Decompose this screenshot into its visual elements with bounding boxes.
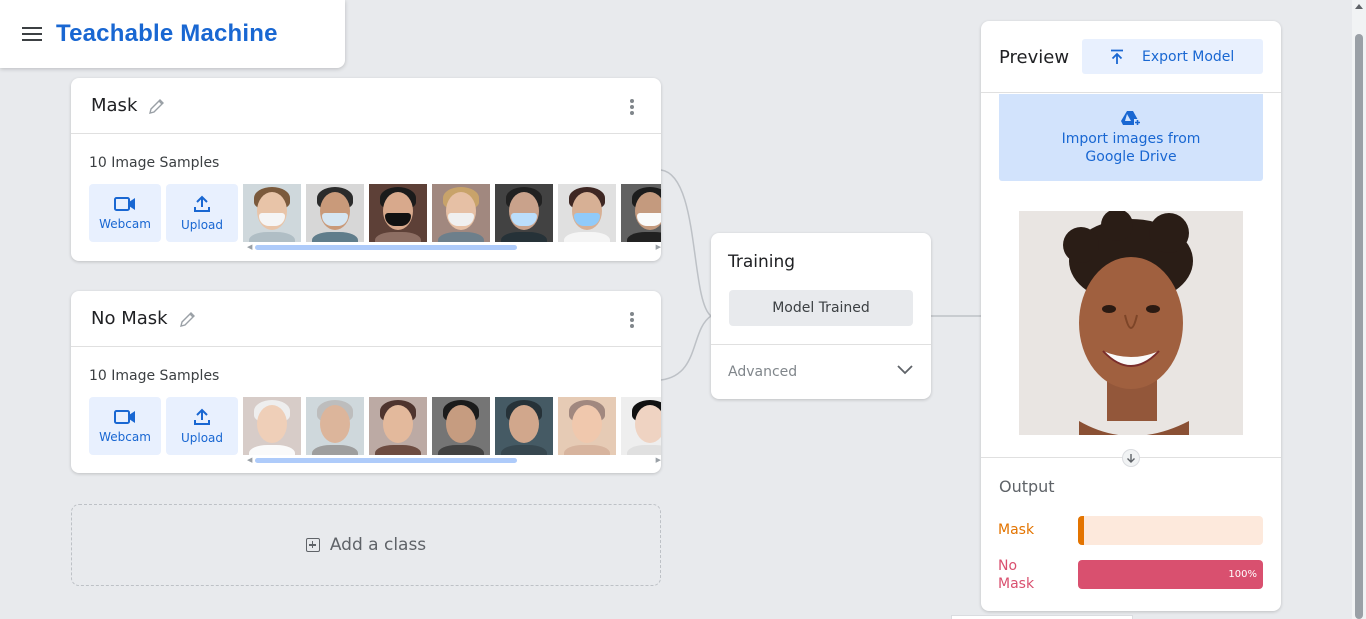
webcam-icon [114, 196, 135, 211]
training-panel: Training Model Trained Advanced [711, 233, 931, 399]
output-bar-fill [1078, 516, 1084, 545]
upload-icon [1111, 49, 1123, 64]
class-card-no-mask: No Mask 10 Image Samples Webcam Upload ◀… [71, 291, 661, 473]
sample-thumbnail[interactable] [243, 184, 301, 242]
sample-thumbnail[interactable] [621, 397, 661, 455]
preview-panel: Preview Export Model Import images from … [981, 21, 1281, 611]
add-class-label: Add a class [329, 535, 427, 555]
training-title: Training [728, 252, 796, 272]
sample-thumbnail[interactable] [432, 397, 490, 455]
menu-icon[interactable] [22, 27, 42, 41]
output-title: Output [999, 477, 1055, 496]
webcam-icon [114, 409, 135, 424]
output-label-line1: No [998, 558, 1018, 574]
sample-thumbnail[interactable] [369, 184, 427, 242]
arrow-down-icon [1122, 449, 1140, 467]
sample-thumbnail[interactable] [306, 184, 364, 242]
import-google-drive-button[interactable]: Import images from Google Drive [999, 94, 1263, 181]
sample-thumbnail[interactable] [432, 184, 490, 242]
webcam-label: Webcam [99, 429, 151, 444]
app-header: Teachable Machine [0, 0, 345, 68]
upload-icon [194, 195, 210, 212]
more-options-icon[interactable] [629, 312, 635, 328]
scroll-up-arrow-icon[interactable] [1355, 4, 1363, 9]
advanced-label: Advanced [728, 364, 798, 380]
upload-icon [194, 408, 210, 425]
more-options-icon[interactable] [629, 99, 635, 115]
sample-thumbnail[interactable] [495, 184, 553, 242]
sample-thumbnails [243, 184, 661, 242]
samples-count: 10 Image Samples [89, 155, 220, 171]
class-card-header: No Mask [71, 291, 661, 347]
partial-element [951, 615, 1133, 619]
class-name[interactable]: Mask [91, 95, 137, 116]
input-preview-image [1019, 211, 1243, 435]
sample-thumbnail[interactable] [495, 397, 553, 455]
output-bar-fill: 100% [1078, 560, 1263, 589]
webcam-button[interactable]: Webcam [89, 397, 161, 455]
output-bar-no-mask: 100% [1078, 560, 1263, 589]
export-model-label: Export Model [1142, 48, 1235, 65]
upload-button[interactable]: Upload [166, 184, 238, 242]
thumbnail-scrollbar[interactable]: ◀ ▶ [247, 243, 661, 251]
sample-thumbnail[interactable] [243, 397, 301, 455]
upload-label: Upload [180, 217, 224, 232]
train-model-button[interactable]: Model Trained [729, 290, 913, 326]
google-drive-add-icon [1121, 110, 1141, 126]
sample-thumbnail[interactable] [621, 184, 661, 242]
upload-button[interactable]: Upload [166, 397, 238, 455]
sample-thumbnail[interactable] [369, 397, 427, 455]
sample-thumbnail[interactable] [558, 397, 616, 455]
output-label-line2: Mask [998, 576, 1035, 592]
add-box-icon [305, 538, 320, 552]
preview-header: Preview Export Model [981, 21, 1281, 93]
gdrive-label-line2: Google Drive [1085, 148, 1177, 165]
webcam-button[interactable]: Webcam [89, 184, 161, 242]
pencil-icon[interactable] [147, 96, 167, 116]
samples-count: 10 Image Samples [89, 368, 220, 384]
add-class-button[interactable]: Add a class [71, 504, 661, 586]
thumbnail-scrollbar[interactable]: ◀ ▶ [247, 456, 661, 464]
class-name[interactable]: No Mask [91, 308, 168, 329]
sample-thumbnail[interactable] [306, 397, 364, 455]
upload-label: Upload [180, 430, 224, 445]
output-bar-mask [1078, 516, 1263, 545]
page-scrollbar[interactable] [1352, 0, 1366, 619]
sample-thumbnail[interactable] [558, 184, 616, 242]
app-title: Teachable Machine [56, 20, 278, 47]
gdrive-label-line1: Import images from [1061, 130, 1201, 147]
chevron-down-icon [897, 365, 913, 375]
output-label-mask: Mask [998, 522, 1035, 538]
preview-title: Preview [999, 47, 1070, 68]
export-model-button[interactable]: Export Model [1082, 39, 1263, 74]
webcam-label: Webcam [99, 216, 151, 231]
output-label-no-mask: No Mask [998, 557, 1034, 593]
class-card-header: Mask [71, 78, 661, 134]
scrollbar-thumb[interactable] [1355, 34, 1363, 619]
pencil-icon[interactable] [178, 309, 198, 329]
sample-thumbnails [243, 397, 661, 455]
advanced-toggle[interactable]: Advanced [711, 344, 931, 399]
class-card-mask: Mask 10 Image Samples Webcam Upload ◀ ▶ [71, 78, 661, 261]
